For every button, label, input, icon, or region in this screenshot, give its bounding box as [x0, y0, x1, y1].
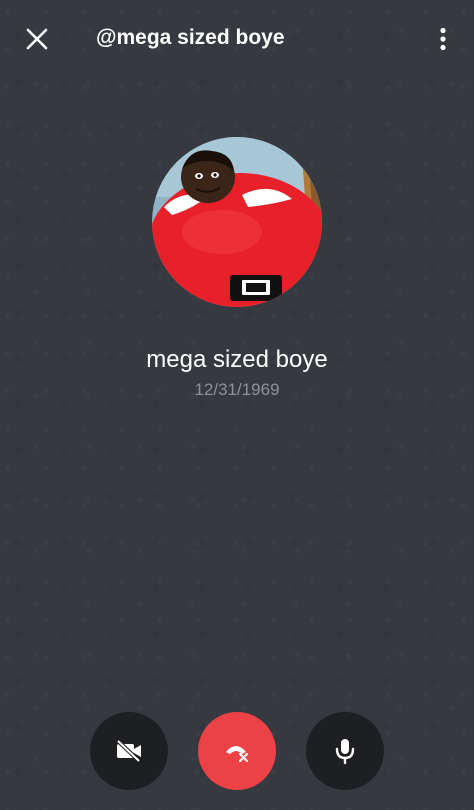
close-icon — [26, 28, 48, 50]
microphone-button[interactable] — [306, 712, 384, 790]
more-vertical-icon — [440, 27, 446, 51]
microphone-icon — [335, 739, 355, 765]
end-call-button[interactable] — [198, 712, 276, 790]
header-title: @mega sized boye — [96, 26, 285, 49]
call-controls — [0, 712, 474, 792]
display-name: mega sized boye — [146, 346, 328, 373]
close-button[interactable] — [18, 20, 56, 58]
cartoon-avatar — [152, 137, 322, 307]
call-date: 12/31/1969 — [194, 380, 280, 399]
call-header: @mega sized boye — [0, 0, 474, 76]
avatar — [152, 137, 322, 307]
video-off-icon — [116, 739, 141, 763]
more-options-button[interactable] — [426, 20, 460, 58]
toggle-video-button[interactable] — [90, 712, 168, 790]
end-call-icon — [226, 746, 249, 763]
